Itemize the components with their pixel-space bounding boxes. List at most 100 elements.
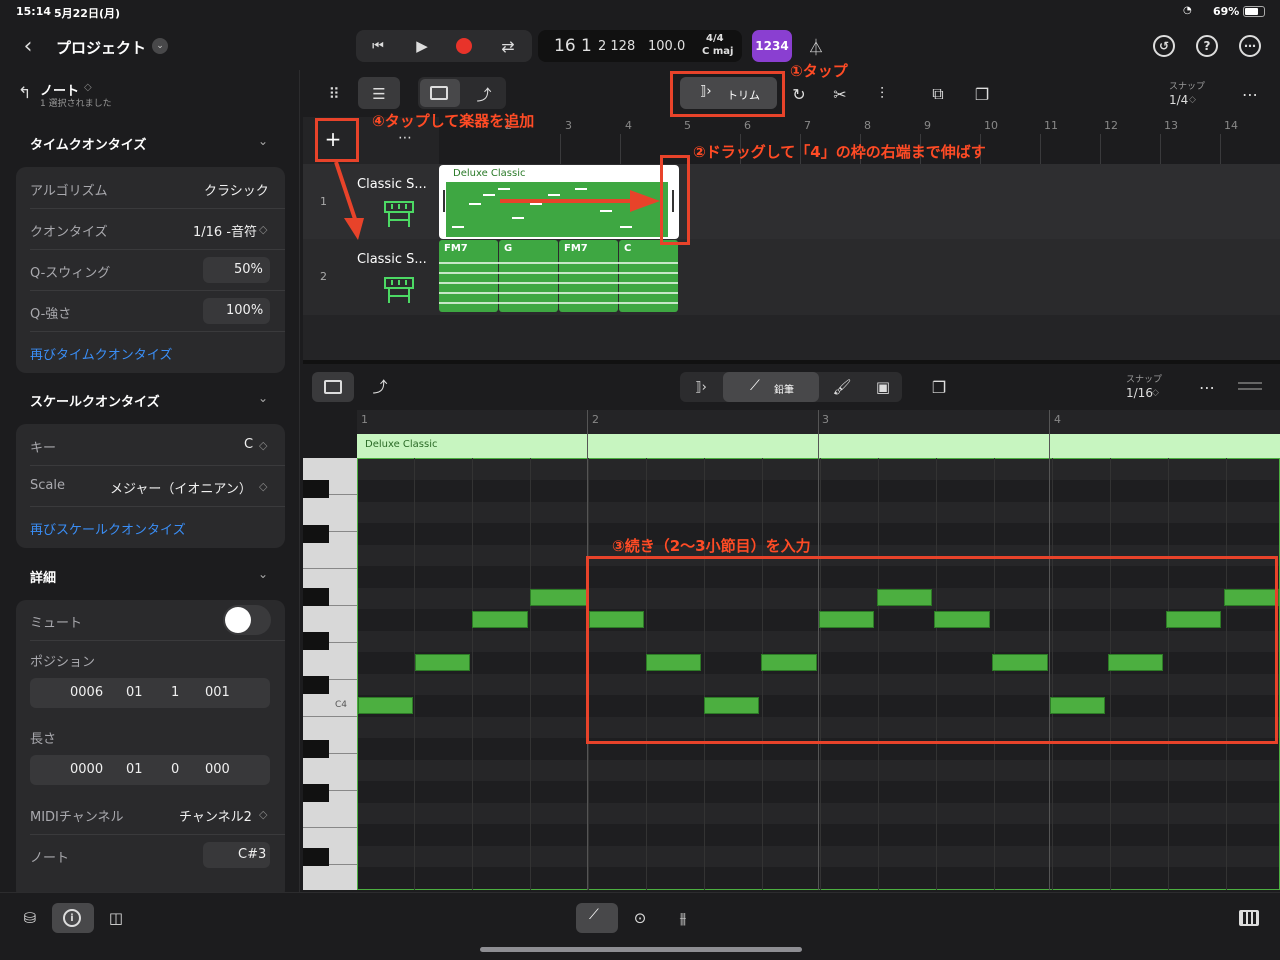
- copy-icon[interactable]: ❐: [927, 375, 951, 399]
- black-key[interactable]: [303, 848, 329, 866]
- key-value[interactable]: C: [244, 437, 253, 452]
- black-key[interactable]: [303, 784, 329, 802]
- black-key[interactable]: [303, 480, 329, 498]
- mixer-icon[interactable]: ⫵: [671, 906, 695, 930]
- scissors-icon[interactable]: ✂: [828, 82, 852, 106]
- tracks-snap-value[interactable]: 1/4: [1169, 93, 1188, 107]
- quantize-value[interactable]: 1/16 -音符: [193, 221, 257, 240]
- editor-snap-value[interactable]: 1/16: [1126, 386, 1153, 400]
- track-number: 2: [320, 270, 327, 283]
- midi-note[interactable]: [472, 611, 528, 628]
- midi-note[interactable]: [415, 654, 470, 671]
- black-key[interactable]: [303, 676, 329, 694]
- editor-grip-icon[interactable]: [1238, 382, 1262, 384]
- length-tick: 000: [205, 762, 230, 777]
- key-label: キー: [30, 441, 57, 456]
- midi-channel-value[interactable]: チャンネル2: [179, 806, 252, 825]
- inspector-title-chevron-icon[interactable]: ◇: [84, 82, 92, 93]
- position-beat: 01: [126, 685, 143, 700]
- ruler-bar-9: 9: [924, 119, 931, 132]
- black-key[interactable]: [303, 632, 329, 650]
- key-chevron-icon[interactable]: ◇: [259, 439, 267, 452]
- empty-track-area[interactable]: [439, 315, 1280, 360]
- count-in-button[interactable]: 1234: [752, 30, 792, 62]
- region-left-handle[interactable]: [443, 190, 445, 212]
- track-name: Classic S...: [357, 252, 427, 267]
- metronome-icon[interactable]: ⏃: [804, 34, 828, 58]
- loop-tool-icon[interactable]: ↻: [787, 82, 811, 106]
- sidebar-icon[interactable]: ◫: [104, 906, 128, 930]
- chord-label: G: [504, 243, 513, 254]
- automation-curve-icon[interactable]: ⤴: [472, 82, 496, 106]
- region-name: Deluxe Classic: [453, 168, 526, 179]
- project-title[interactable]: プロジェクト: [56, 37, 146, 58]
- time-quantize-collapse-icon[interactable]: ⌄: [258, 134, 268, 148]
- piano-keyboard[interactable]: [303, 458, 357, 890]
- midi-channel-chevron-icon[interactable]: ◇: [259, 808, 267, 821]
- scale-value[interactable]: メジャー（イオニアン）: [110, 478, 252, 497]
- cycle-icon[interactable]: ⇄: [496, 34, 520, 58]
- ruler-bar-3: 3: [565, 119, 572, 132]
- position-field[interactable]: [30, 678, 270, 708]
- duplicate-icon[interactable]: ⧉: [926, 82, 950, 106]
- annotation-arrow-right: [500, 190, 660, 212]
- quantize-chevron-icon[interactable]: ◇: [259, 223, 267, 236]
- record-icon[interactable]: [456, 38, 472, 54]
- rectangle-select-icon: [324, 380, 342, 394]
- browser-grid-icon[interactable]: ⠿: [322, 82, 346, 106]
- join-tool-icon[interactable]: ⫶: [870, 82, 894, 106]
- q-swing-label: Q-スウィング: [30, 266, 111, 281]
- requantize-scale-link[interactable]: 再びスケールクオンタイズ: [30, 519, 186, 538]
- ruler-bar-13: 13: [1164, 119, 1178, 132]
- home-indicator[interactable]: [480, 947, 802, 952]
- scale-quantize-collapse-icon[interactable]: ⌄: [258, 391, 268, 405]
- brush-icon[interactable]: 🖌: [830, 375, 854, 399]
- midi-note[interactable]: [530, 589, 587, 606]
- snap-chevron-icon[interactable]: ◇: [1152, 388, 1159, 398]
- tracks-more-icon[interactable]: ⋯: [1238, 82, 1262, 106]
- region-midi-note: [512, 217, 524, 219]
- help-icon[interactable]: ?: [1196, 35, 1218, 57]
- requantize-time-link[interactable]: 再びタイムクオンタイズ: [30, 344, 172, 363]
- black-key[interactable]: [303, 740, 329, 758]
- automation-curve-icon[interactable]: ⤴: [368, 374, 392, 398]
- trim-icon[interactable]: ⟧›: [689, 375, 713, 399]
- pencil-tool-button[interactable]: [723, 372, 819, 402]
- project-menu-chevron-icon[interactable]: ⌄: [152, 38, 168, 54]
- lcd-tempo: 100.0: [648, 39, 686, 54]
- divider: [30, 465, 285, 466]
- mute-toggle[interactable]: [223, 605, 271, 635]
- back-chevron-icon[interactable]: ‹: [16, 34, 40, 59]
- algorithm-label: アルゴリズム: [30, 184, 108, 199]
- details-collapse-icon[interactable]: ⌄: [258, 567, 268, 581]
- divider: [30, 208, 285, 209]
- position-label: ポジション: [30, 655, 96, 670]
- length-bar: 0000: [70, 762, 104, 777]
- region-midi-note: [452, 226, 464, 228]
- inspector-back-icon[interactable]: ↰: [18, 83, 31, 102]
- battery-icon: [1243, 6, 1265, 17]
- smart-controls-icon[interactable]: ⊙: [628, 906, 652, 930]
- go-to-start-icon[interactable]: ⏮: [366, 34, 390, 58]
- velocity-icon[interactable]: ▣: [871, 375, 895, 399]
- length-label: 長さ: [30, 732, 57, 747]
- black-key[interactable]: [303, 525, 329, 543]
- track-options-icon[interactable]: ⋯: [398, 130, 412, 146]
- snap-chevron-icon[interactable]: ◇: [1189, 95, 1196, 105]
- undo-history-icon[interactable]: ↺: [1153, 35, 1175, 57]
- black-key[interactable]: [303, 588, 329, 606]
- more-options-icon[interactable]: ⋯: [1239, 35, 1261, 57]
- ruler-bar-8: 8: [864, 119, 871, 132]
- region-midi-note: [620, 226, 632, 228]
- library-icon[interactable]: ⛁: [18, 906, 42, 930]
- piano-keyboard-icon[interactable]: [1239, 910, 1259, 926]
- midi-note[interactable]: [358, 697, 413, 714]
- editor-more-icon[interactable]: ⋯: [1195, 375, 1219, 399]
- length-field[interactable]: [30, 755, 270, 785]
- algorithm-value[interactable]: クラシック: [204, 180, 269, 199]
- play-icon[interactable]: ▶: [410, 34, 434, 58]
- c4-label: C4: [335, 700, 348, 710]
- scale-chevron-icon[interactable]: ◇: [259, 480, 267, 493]
- copy-icon[interactable]: ❐: [970, 82, 994, 106]
- keyboard-instrument-icon: [384, 200, 414, 227]
